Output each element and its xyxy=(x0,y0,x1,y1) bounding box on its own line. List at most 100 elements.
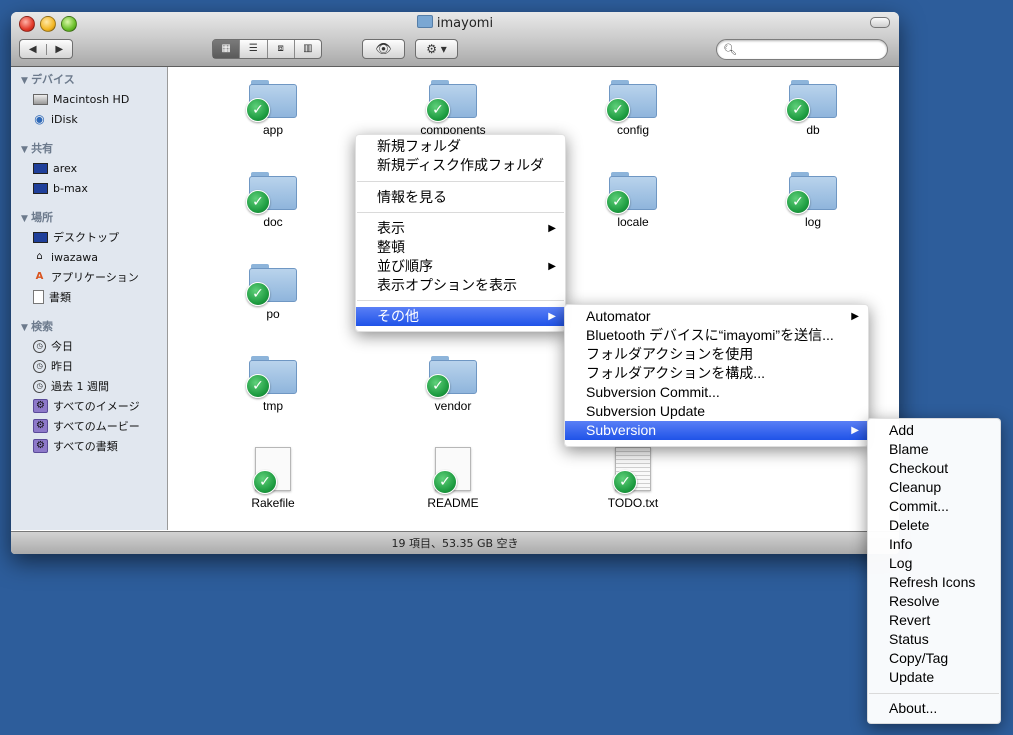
file-item[interactable]: ✓ po xyxy=(213,264,333,321)
file-item[interactable]: ✓ locale xyxy=(573,172,693,229)
subversion-menu-item[interactable]: Resolve xyxy=(868,592,1000,611)
subversion-menu-item[interactable]: About... xyxy=(868,699,1000,718)
subversion-menu-item[interactable]: Log xyxy=(868,554,1000,573)
menu-separator xyxy=(357,181,564,182)
coverflow-view-button[interactable]: ▥ xyxy=(295,40,321,58)
file-name: Rakefile xyxy=(251,496,295,510)
file-item[interactable]: ✓ TODO.txt xyxy=(573,447,693,510)
back-button[interactable]: ◀ xyxy=(20,43,47,55)
file-item[interactable]: ✓ config xyxy=(573,80,693,137)
context-menu-item[interactable]: 整頓 xyxy=(356,238,565,257)
file-name: TODO.txt xyxy=(607,496,659,510)
file-item[interactable]: ✓ Rakefile xyxy=(213,447,333,510)
sidebar-item-label: すべてのイメージ xyxy=(53,400,140,413)
file-item[interactable]: ✓ log xyxy=(753,172,873,229)
toolbar-toggle-button[interactable] xyxy=(870,17,890,28)
sidebar-item[interactable]: ⚙ すべてのムービー xyxy=(33,418,140,434)
column-view-button[interactable]: ⧈ xyxy=(268,40,295,58)
other-submenu-item[interactable]: フォルダアクションを使用 xyxy=(565,345,868,364)
svn-ok-badge-icon: ✓ xyxy=(426,374,450,398)
file-item[interactable]: ✓ app xyxy=(213,80,333,137)
search-input[interactable] xyxy=(739,42,884,57)
subversion-menu-item[interactable]: Checkout xyxy=(868,459,1000,478)
folder-icon: ✓ xyxy=(426,80,477,122)
sidebar-item[interactable]: ◉ iDisk xyxy=(33,111,77,127)
sidebar-section-header[interactable]: ▼ 検索 xyxy=(21,318,53,334)
other-submenu-item[interactable]: Subversion ▶ xyxy=(565,421,868,440)
file-item[interactable]: ✓ vendor xyxy=(393,356,513,413)
sidebar-section-title: 検索 xyxy=(31,320,54,333)
menu-item-label: Info xyxy=(889,536,913,552)
other-submenu-item[interactable]: Subversion Commit... xyxy=(565,383,868,402)
sidebar-item[interactable]: ◷ 今日 xyxy=(33,338,73,354)
context-menu-item[interactable]: 情報を見る xyxy=(356,188,565,207)
sidebar-item[interactable]: ◷ 昨日 xyxy=(33,358,73,374)
context-menu-item[interactable]: 表示 ▶ xyxy=(356,219,565,238)
file-name: vendor xyxy=(434,399,472,413)
icon-view-button[interactable]: ▦ xyxy=(213,40,241,58)
context-menu-item[interactable]: 新規ディスク作成フォルダ xyxy=(356,156,565,175)
sidebar-item[interactable]: ◷ 過去 1 週間 xyxy=(33,378,109,394)
menu-item-label: 情報を見る xyxy=(377,189,447,205)
subversion-menu-item[interactable]: Copy/Tag xyxy=(868,649,1000,668)
sidebar-item[interactable]: デスクトップ xyxy=(33,229,119,245)
quicklook-button[interactable]: 👁 xyxy=(362,39,405,59)
file-item[interactable]: ✓ tmp xyxy=(213,356,333,413)
svn-ok-badge-icon: ✓ xyxy=(606,190,630,214)
sidebar-item[interactable]: b-max xyxy=(33,180,88,196)
subversion-menu-item[interactable]: Cleanup xyxy=(868,478,1000,497)
submenu-arrow-icon: ▶ xyxy=(548,223,556,234)
subversion-menu-item[interactable]: Revert xyxy=(868,611,1000,630)
other-submenu-item[interactable]: Bluetooth デバイスに“imayomi”を送信... xyxy=(565,326,868,345)
disclosure-triangle-icon[interactable]: ▼ xyxy=(21,323,31,333)
svn-ok-badge-icon: ✓ xyxy=(433,470,457,494)
subversion-menu-item[interactable]: Commit... xyxy=(868,497,1000,516)
search-icon: 🔍︎ xyxy=(723,43,737,56)
forward-button[interactable]: ▶ xyxy=(47,44,73,55)
context-menu-item[interactable]: 表示オプションを表示 xyxy=(356,276,565,295)
menu-item-label: Log xyxy=(889,555,913,571)
sidebar-item[interactable]: ⌂ iwazawa xyxy=(33,249,98,265)
context-menu-item[interactable]: 新規フォルダ xyxy=(356,137,565,156)
sidebar-item[interactable]: arex xyxy=(33,160,77,176)
search-field[interactable]: 🔍︎ xyxy=(716,39,888,60)
context-menu-item[interactable]: その他 ▶ xyxy=(356,307,565,326)
applications-icon: A xyxy=(35,271,44,282)
action-gear-button[interactable]: ⚙ ▾ xyxy=(415,39,458,59)
subversion-menu-item[interactable]: Delete xyxy=(868,516,1000,535)
disclosure-triangle-icon[interactable]: ▼ xyxy=(21,145,31,155)
file-item[interactable]: ✓ README xyxy=(393,447,513,510)
sidebar-item[interactable]: 書類 xyxy=(33,289,71,305)
subversion-menu-item[interactable]: Info xyxy=(868,535,1000,554)
svn-ok-badge-icon: ✓ xyxy=(253,470,277,494)
sidebar-item[interactable]: A アプリケーション xyxy=(33,269,139,285)
sidebar-section-header[interactable]: ▼ 共有 xyxy=(21,140,53,156)
sidebar-item[interactable]: Macintosh HD xyxy=(33,91,129,107)
disclosure-triangle-icon[interactable]: ▼ xyxy=(21,76,31,86)
file-item[interactable]: ✓ db xyxy=(753,80,873,137)
window-titlebar: imayomi ◀ ▶ ▦ ☰ ⧈ ▥ 👁 ⚙ ▾ 🔍︎ xyxy=(11,12,899,67)
other-submenu-item[interactable]: フォルダアクションを構成... xyxy=(565,364,868,383)
menu-item-label: 整頓 xyxy=(377,239,405,255)
subversion-menu-item[interactable]: Refresh Icons xyxy=(868,573,1000,592)
other-submenu-item[interactable]: Automator ▶ xyxy=(565,307,868,326)
subversion-menu-item[interactable]: Status xyxy=(868,630,1000,649)
menu-item-label: Commit... xyxy=(889,498,949,514)
sidebar-section-header[interactable]: ▼ 場所 xyxy=(21,209,53,225)
file-item[interactable]: ✓ components xyxy=(393,80,513,137)
other-submenu-item[interactable]: Subversion Update xyxy=(565,402,868,421)
subversion-menu-item[interactable]: Blame xyxy=(868,440,1000,459)
sidebar-item[interactable]: ⚙ すべてのイメージ xyxy=(33,398,140,414)
disclosure-triangle-icon[interactable]: ▼ xyxy=(21,214,31,224)
menu-item-label: Blame xyxy=(889,441,929,457)
subversion-menu-item[interactable]: Update xyxy=(868,668,1000,687)
sidebar-section-header[interactable]: ▼ デバイス xyxy=(21,71,75,87)
subversion-menu-item[interactable]: Add xyxy=(868,421,1000,440)
list-view-button[interactable]: ☰ xyxy=(240,40,268,58)
sidebar-item[interactable]: ⚙ すべての書類 xyxy=(33,438,118,454)
file-item[interactable]: ✓ doc xyxy=(213,172,333,229)
menu-item-label: Revert xyxy=(889,612,931,628)
monitor-icon xyxy=(33,182,48,194)
svn-ok-badge-icon: ✓ xyxy=(246,190,270,214)
context-menu-item[interactable]: 並び順序 ▶ xyxy=(356,257,565,276)
